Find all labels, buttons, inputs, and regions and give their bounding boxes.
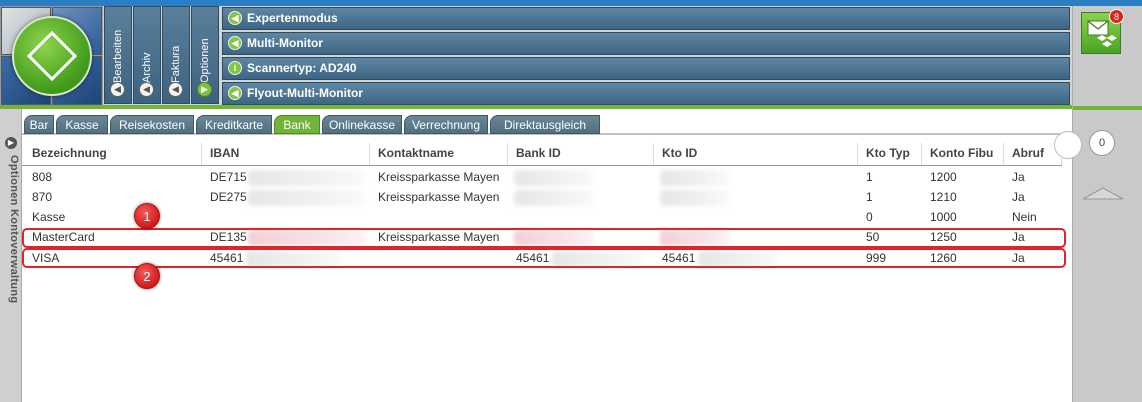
header-divider xyxy=(22,165,1062,166)
tab-verrechnung[interactable]: Verrechnung xyxy=(404,115,488,134)
cell-bezeichnung: Kasse xyxy=(32,210,66,224)
redacted-blur xyxy=(514,190,594,206)
cell-abruf: Ja xyxy=(1012,190,1025,204)
tab-bar: Bar Kasse Reisekosten Kreditkarte Bank O… xyxy=(22,115,1072,135)
app-window: Bearbeiten ◀ Archiv ◀ Faktura ◀ Optionen… xyxy=(0,0,1142,402)
tab-reisekosten[interactable]: Reisekosten xyxy=(110,115,194,134)
table-row[interactable]: 870 DE275 Kreissparkasse Mayen 1 1210 Ja xyxy=(22,187,1062,207)
collapse-up-icon[interactable] xyxy=(1081,186,1125,200)
table-row[interactable]: 808 DE715 Kreissparkasse Mayen 1 1200 Ja xyxy=(22,167,1062,187)
sidebar-label: Optionen Kontoverwaltung xyxy=(8,155,20,304)
redacted-blur xyxy=(660,170,730,186)
cell-bezeichnung: 808 xyxy=(32,170,53,184)
menu-column-label: Faktura xyxy=(170,45,182,83)
right-panel: 8 0 xyxy=(1072,6,1142,402)
column-header[interactable]: Kontaktname xyxy=(370,143,508,165)
cell-bezeichnung: 870 xyxy=(32,190,53,204)
option-multi-monitor[interactable]: ◀ Multi-Monitor xyxy=(222,32,1070,55)
option-label: Scannertyp: AD240 xyxy=(247,61,357,75)
table-row[interactable]: Kasse 0 1000 Nein xyxy=(22,207,1062,227)
chevron-left-icon: ◀ xyxy=(228,11,242,25)
option-expertenmodus[interactable]: ◀ Expertenmodus xyxy=(222,7,1070,30)
cell-iban: DE715 xyxy=(210,170,247,184)
redacted-blur xyxy=(514,170,594,186)
info-icon: i xyxy=(228,61,242,75)
app-logo[interactable] xyxy=(0,6,103,106)
left-sidebar[interactable]: ▶ Optionen Kontoverwaltung xyxy=(0,109,22,402)
cell-kto-typ: 0 xyxy=(866,210,873,224)
highlight-box xyxy=(22,248,1066,268)
chevron-left-icon[interactable]: ◀ xyxy=(110,82,125,97)
column-header[interactable]: Bezeichnung xyxy=(24,143,202,165)
tab-bar-label[interactable]: Bar xyxy=(24,115,54,134)
option-flyout-multi-monitor[interactable]: ◀ Flyout-Multi-Monitor xyxy=(222,82,1070,105)
chevron-left-icon: ◀ xyxy=(228,86,242,100)
annotation-marker: 2 xyxy=(134,263,160,289)
column-header[interactable]: Bank ID xyxy=(508,143,654,165)
cell-konto-fibu: 1210 xyxy=(930,190,957,204)
menu-column-archiv[interactable]: Archiv ◀ xyxy=(133,6,161,104)
notification-badge: 8 xyxy=(1109,9,1124,24)
chevron-right-icon[interactable]: ▶ xyxy=(5,137,17,149)
option-scannertyp[interactable]: i Scannertyp: AD240 xyxy=(222,57,1070,80)
tab-direktausgleich[interactable]: Direktausgleich xyxy=(490,115,600,134)
cell-konto-fibu: 1000 xyxy=(930,210,957,224)
option-label: Multi-Monitor xyxy=(247,36,323,50)
redacted-blur xyxy=(248,190,366,206)
chevron-left-icon: ◀ xyxy=(228,36,242,50)
menu-column-faktura[interactable]: Faktura ◀ xyxy=(162,6,190,104)
cell-konto-fibu: 1200 xyxy=(930,170,957,184)
chevron-right-icon[interactable]: ▶ xyxy=(197,82,212,97)
cell-kontaktname: Kreissparkasse Mayen xyxy=(378,170,500,184)
cell-kontaktname: Kreissparkasse Mayen xyxy=(378,190,500,204)
cell-abruf: Ja xyxy=(1012,170,1025,184)
cell-kto-typ: 1 xyxy=(866,190,873,204)
logo-diamond-icon xyxy=(26,30,78,82)
option-label: Flyout-Multi-Monitor xyxy=(247,86,363,100)
cell-abruf: Nein xyxy=(1012,210,1037,224)
chevron-left-icon[interactable]: ◀ xyxy=(139,82,154,97)
main-content: Bar Kasse Reisekosten Kreditkarte Bank O… xyxy=(22,109,1082,402)
tab-bank[interactable]: Bank xyxy=(274,115,320,134)
menu-column-bearbeiten[interactable]: Bearbeiten ◀ xyxy=(104,6,132,104)
cell-iban: DE275 xyxy=(210,190,247,204)
menu-column-optionen[interactable]: Optionen ▶ xyxy=(191,6,219,104)
menu-column-label: Optionen xyxy=(199,38,211,83)
menu-column-label: Archiv xyxy=(141,52,153,83)
green-separator xyxy=(1073,106,1142,110)
tab-onlinekasse[interactable]: Onlinekasse xyxy=(322,115,402,134)
cell-kto-typ: 1 xyxy=(866,170,873,184)
counter-circle[interactable]: 0 xyxy=(1089,130,1115,156)
redacted-blur xyxy=(660,190,730,206)
chevron-left-icon[interactable]: ◀ xyxy=(168,82,183,97)
column-header[interactable]: Konto Fibu xyxy=(922,143,1004,165)
column-header[interactable]: Kto ID xyxy=(654,143,858,165)
tab-kasse[interactable]: Kasse xyxy=(56,115,108,134)
highlight-box xyxy=(22,228,1066,248)
redacted-blur xyxy=(248,170,366,186)
column-header[interactable]: Kto Typ xyxy=(858,143,922,165)
tab-kreditkarte[interactable]: Kreditkarte xyxy=(196,115,272,134)
menu-column-label: Bearbeiten xyxy=(112,29,124,83)
column-chooser-button[interactable] xyxy=(1054,131,1082,159)
annotation-marker: 1 xyxy=(134,203,160,229)
option-label: Expertenmodus xyxy=(247,11,338,25)
column-header[interactable]: IBAN xyxy=(202,143,370,165)
